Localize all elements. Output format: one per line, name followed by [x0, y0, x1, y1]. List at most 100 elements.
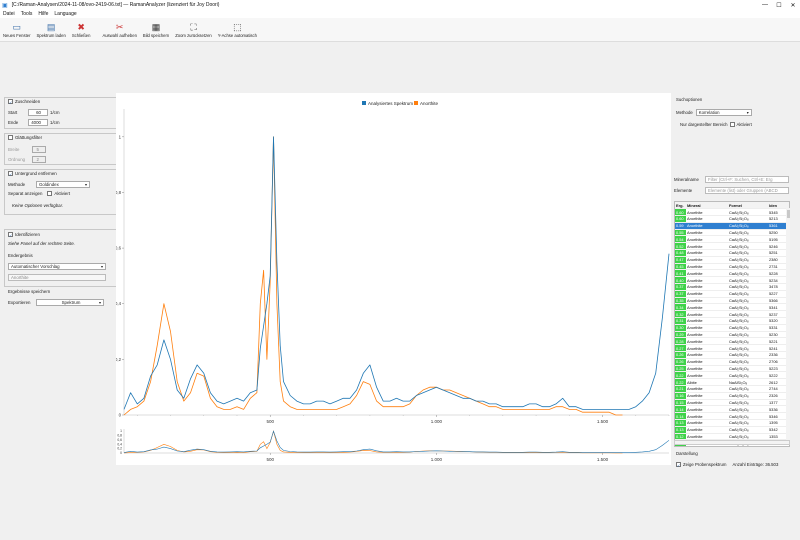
table-row[interactable]: 0.28 Anorthite CaAl₂Si₂O₈ 5221 [675, 337, 789, 346]
table-row[interactable]: 0.35 Anorthite CaAl₂Si₂O₈ 5366 [675, 297, 789, 305]
menu-language[interactable]: Language [54, 11, 76, 17]
table-row[interactable]: 0.25 Anorthite CaAl₂Si₂O₈ 5223 [675, 365, 789, 373]
mineral-filter-input[interactable]: Filter (Ctrl+F: Suchen, Ctrl+E: Erg [705, 176, 789, 183]
scroll-thumb[interactable] [786, 210, 790, 218]
result-label: Endergebnis [8, 253, 33, 258]
maximize-button[interactable]: ☐ [772, 0, 786, 10]
zoom-reset-button[interactable]: ⛶ Zoom zurücksetzen [175, 22, 212, 41]
identify-checkbox[interactable]: ✓ [8, 232, 13, 238]
table-row[interactable]: 0.26 Anorthite CaAl₂Si₂O₈ 2336 [675, 351, 789, 359]
identify-checkbox-row[interactable]: ✓ Identifizieren [8, 232, 40, 238]
end-input[interactable]: 4000 [28, 119, 48, 126]
separate-checkbox[interactable] [47, 191, 53, 196]
baseline-method-select[interactable]: Goldindex [36, 181, 90, 188]
export-select[interactable]: Spektrum [36, 299, 104, 306]
new-window-button[interactable]: ▭ Neues Fenster [3, 22, 30, 41]
col-score-header[interactable]: Erg. [675, 202, 686, 210]
menu-tools[interactable]: Tools [21, 11, 33, 17]
close-file-button[interactable]: ✖ Schließen [72, 22, 91, 41]
spectrum-chart-area[interactable]: Analysiertes Spektrum Anorthite 0 0,2 0,4 0,… [115, 93, 671, 465]
width-input[interactable]: 5 [32, 146, 46, 153]
table-row[interactable]: 0.13 Anorthite CaAl₂Si₂O₈ 1395 [675, 419, 789, 427]
table-row[interactable]: 0.13 Anorthite CaAl₂Si₂O₈ 5342 [675, 426, 789, 434]
table-row[interactable]: 0.31 Anorthite CaAl₂Si₂O₈ 5320 [675, 317, 789, 325]
cell-mineral: Anorthite [686, 256, 728, 264]
table-row[interactable]: 0.47 Anorthite CaAl₂Si₂O₈ 2380 [675, 256, 789, 264]
new-window-icon: ▭ [12, 22, 21, 32]
table-row[interactable]: 0.27 Anorthite CaAl₂Si₂O₈ 5241 [675, 344, 789, 353]
spectrum-chart[interactable]: Analysiertes Spektrum Anorthite 00,20,40,… [115, 93, 671, 465]
baseline-checkbox-row[interactable]: ✓ Untergrund entfernen [8, 171, 57, 177]
table-row[interactable]: 0.16 Anorthite CaAl₂Si₂O₈ 2326 [675, 392, 789, 400]
results-table[interactable]: Erg. Mineral Formel Iden 0.60 Anorthite Ca… [674, 201, 790, 447]
y-auto-button[interactable]: ⬚ Y-Achse automatisch [218, 22, 257, 41]
table-row[interactable]: 0.32 Anorthite CaAl₂Si₂O₈ 5237 [675, 310, 789, 319]
table-row[interactable]: 0.15 Anorthite CaAl₂Si₂O₈ 1377 [675, 399, 789, 407]
table-vertical-scrollbar[interactable] [786, 208, 790, 440]
analyzed-spectrum-line [123, 136, 670, 410]
close-file-icon: ✖ [77, 22, 85, 32]
menu-bar: Datei Tools Hilfe Language [0, 10, 800, 18]
cell-score: 0.60 [675, 208, 686, 217]
table-row[interactable]: 0.60 Anorthite CaAl₂Si₂O₈ 5213 [675, 215, 789, 223]
cell-score: 0.52 [675, 242, 686, 251]
table-row[interactable]: 0.55 Anorthite CaAl₂Si₂O₈ 5250 [675, 229, 789, 237]
result-select[interactable]: Automatischer Vorschlag [8, 263, 106, 270]
table-row[interactable]: 0.41 Anorthite CaAl₂Si₂O₈ 5228 [675, 269, 789, 278]
show-sample-checkbox[interactable]: ✓ [676, 462, 681, 468]
result-value-row: Anorthite [8, 274, 106, 281]
only-range-checkbox[interactable] [729, 122, 735, 127]
new-window-label: Neues Fenster [3, 33, 31, 38]
menu-datei[interactable]: Datei [3, 11, 15, 17]
search-method-select[interactable]: Korrelation [695, 109, 752, 116]
load-spectrum-button[interactable]: ▤ Spektrum laden [36, 22, 65, 41]
order-input[interactable]: 2 [32, 156, 46, 163]
table-row[interactable]: 0.59 Anorthite CaAl₂Si₂O₈ 5361 [675, 222, 789, 230]
save-image-button[interactable]: ▦ Bild speichern [143, 22, 169, 41]
table-row[interactable]: 0.14 Anorthite CaAl₂Si₂O₈ 5336 [675, 405, 789, 414]
cell-formula: CaAl₂Si₂O₈ [728, 235, 768, 244]
table-row[interactable]: 0.52 Anorthite CaAl₂Si₂O₈ 5246 [675, 242, 789, 251]
smooth-checkbox[interactable] [8, 135, 13, 140]
start-input[interactable]: 60 [28, 109, 48, 116]
table-row[interactable]: 0.14 Anorthite CaAl₂Si₂O₈ 5346 [675, 412, 789, 420]
search-options-title: Suchoptionen [676, 97, 703, 102]
reference-spectrum-line [123, 136, 623, 416]
col-mineral-header[interactable]: Mineral [686, 202, 728, 210]
elements-filter-input[interactable]: Elemente (list) oder Gruppen (ABCD [705, 187, 789, 194]
cell-mineral: Albite [686, 378, 728, 387]
cell-mineral: Anorthite [686, 303, 728, 312]
table-row[interactable]: 0.40 Anorthite CaAl₂Si₂O₈ 5234 [675, 276, 789, 285]
table-row[interactable]: 0.22 Anorthite CaAl₂Si₂O₈ 5222 [675, 371, 789, 380]
table-row[interactable]: 0.21 Anorthite CaAl₂Si₂O₈ 2744 [675, 385, 789, 393]
cell-score: 0.37 [675, 290, 686, 298]
baseline-checkbox[interactable]: ✓ [8, 171, 13, 177]
close-window-button[interactable]: ✕ [786, 0, 800, 10]
table-row[interactable]: 0.60 Anorthite CaAl₂Si₂O₈ 5345 [675, 208, 789, 217]
smooth-checkbox-row[interactable]: Glättungsfilter [8, 135, 42, 140]
table-row[interactable]: 0.34 Anorthite CaAl₂Si₂O₈ 5341 [675, 303, 789, 312]
cell-mineral: Anorthite [686, 412, 728, 420]
crop-checkbox[interactable]: ✓ [8, 99, 13, 105]
table-row[interactable]: 0.37 Anorthite CaAl₂Si₂O₈ 5227 [675, 290, 789, 298]
deselect-button[interactable]: ✂ Auswahl aufheben [102, 22, 136, 41]
col-formula-header[interactable]: Formel [728, 202, 768, 210]
cell-score: 0.45 [675, 263, 686, 271]
table-horizontal-scrollbar[interactable] [674, 440, 790, 445]
table-row[interactable]: 0.45 Anorthite CaAl₂Si₂O₈ 2731 [675, 263, 789, 271]
table-row[interactable]: 0.22 Albite NaAlSi₃O₈ 2612 [675, 378, 789, 387]
table-row[interactable]: 0.48 Anorthite CaAl₂Si₂O₈ 5251 [675, 249, 789, 257]
cell-formula: CaAl₂Si₂O₈ [728, 419, 768, 427]
crop-checkbox-row[interactable]: ✓ Zuschneiden [8, 99, 40, 105]
table-row[interactable]: 0.30 Anorthite CaAl₂Si₂O₈ 5331 [675, 324, 789, 332]
table-row[interactable]: 0.12 Anorthite CaAl₂Si₂O₈ 1353 [675, 433, 789, 441]
display-title: Darstellung [676, 451, 698, 456]
menu-hilfe[interactable]: Hilfe [38, 11, 48, 17]
table-row[interactable]: 0.54 Anorthite CaAl₂Si₂O₈ 5195 [675, 235, 789, 244]
identify-label: Identifizieren [15, 232, 40, 237]
table-row[interactable]: 0.37 Anorthite CaAl₂Si₂O₈ 3478 [675, 283, 789, 291]
cell-formula: CaAl₂Si₂O₈ [728, 412, 768, 420]
table-row[interactable]: 0.26 Anorthite CaAl₂Si₂O₈ 2706 [675, 358, 789, 366]
minimize-button[interactable]: — [758, 0, 772, 10]
table-row[interactable]: 0.29 Anorthite CaAl₂Si₂O₈ 5230 [675, 331, 789, 339]
